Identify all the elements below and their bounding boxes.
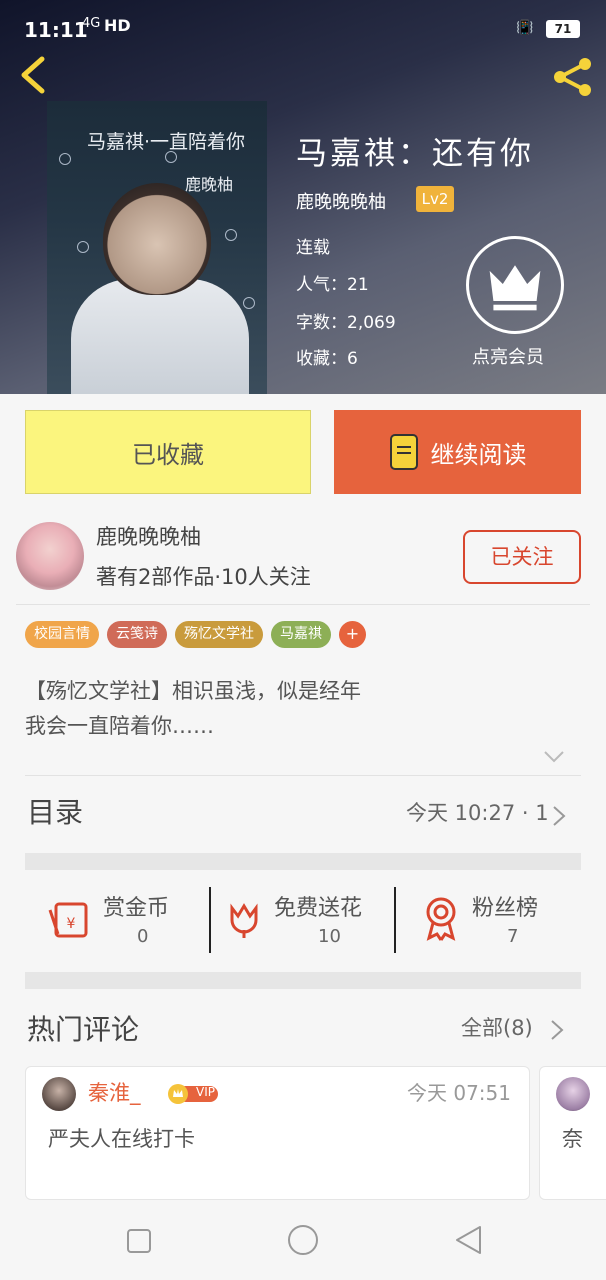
book-word-count: 字数：2,069 [296,313,396,333]
favorited-button[interactable]: 已收藏 [25,410,311,494]
cover-title: 马嘉祺·一直陪着你 [87,131,246,153]
section-divider [25,972,581,989]
network-label: HD [104,16,131,35]
tag-item[interactable]: 殇忆文学社 [175,621,263,648]
continue-reading-button[interactable]: 继续阅读 [334,410,581,494]
chevron-right-icon[interactable] [552,805,566,827]
comment-text: 奈 [562,1127,583,1151]
book-popularity: 人气：21 [296,275,369,295]
stat-name: 粉丝榜 [472,896,539,921]
book-author[interactable]: 鹿晚晚晚柚 [296,188,386,214]
stat-name: 免费送花 [274,896,363,921]
catalog-latest[interactable]: 今天 10:27 · 1 [406,797,549,827]
commenter-avatar[interactable] [42,1077,76,1111]
commenter-name[interactable]: 秦淮_ [88,1077,141,1107]
red-envelope-icon: ¥ [48,902,88,938]
vip-label[interactable]: 点亮会员 [472,343,544,369]
book-icon [389,434,418,470]
back-button-icon[interactable] [454,1224,484,1256]
add-tag-button[interactable]: + [339,621,366,648]
chevron-right-icon[interactable] [550,1019,564,1041]
comment-card[interactable]: 秦淮_ VIP 今天 07:51 严夫人在线打卡 [25,1066,530,1200]
book-favorites: 收藏：6 [296,349,358,369]
follow-button[interactable]: 已关注 [463,530,581,584]
author-avatar[interactable] [16,522,84,590]
tag-list: 校园言情 云笺诗 殇忆文学社 马嘉祺 + [25,621,366,648]
author-stats: 著有2部作品·10人关注 [96,565,311,589]
status-time: 11:11 [24,18,88,42]
description-line: 【殇忆文学社】相识虽浅，似是经年 [25,679,361,703]
description-line: 我会一直陪着你…… [25,714,214,738]
tag-item[interactable]: 马嘉祺 [271,621,331,648]
stat-value: 7 [507,926,519,947]
comment-text: 严夫人在线打卡 [48,1127,195,1151]
status-bar: 11:11 4G HD 📳 71 [0,0,606,44]
stat-value: 0 [137,926,149,947]
share-icon[interactable] [548,55,596,99]
catalog-label[interactable]: 目录 [27,791,83,831]
crown-icon [489,265,541,311]
recents-button-icon[interactable] [126,1228,152,1254]
svg-text:¥: ¥ [67,916,76,932]
fan-ranking-button[interactable]: 粉丝榜 7 [415,886,575,956]
bubble-decoration [165,151,177,163]
author-name[interactable]: 鹿晚晚晚柚 [96,521,201,551]
battery-icon: 71 [546,20,580,38]
vip-button[interactable] [466,236,564,334]
vibrate-icon: 📳 [516,20,534,36]
home-button-icon[interactable] [287,1224,319,1256]
flower-icon [230,903,258,938]
all-comments-link[interactable]: 全部(8) [461,1012,533,1042]
free-flower-button[interactable]: 免费送花 10 [220,886,390,956]
book-header: 11:11 4G HD 📳 71 马嘉祺·一直陪着你 鹿晚柚 马嘉祺：还有你 鹿… [0,0,606,394]
book-title: 马嘉祺：还有你 [296,136,534,172]
chevron-down-icon[interactable] [543,750,565,764]
tag-item[interactable]: 校园言情 [25,621,99,648]
tag-item[interactable]: 云笺诗 [107,621,167,648]
bubble-decoration [59,153,71,165]
comment-card[interactable]: 奈 [539,1066,606,1200]
separator [394,887,396,953]
book-description: 【殇忆文学社】相识虽浅，似是经年 我会一直陪着你…… [25,674,581,744]
continue-reading-label: 继续阅读 [430,440,527,469]
bubble-decoration [225,229,237,241]
divider [16,604,590,605]
signal-label: 4G [82,16,101,31]
cover-author: 鹿晚柚 [185,175,234,194]
commenter-avatar[interactable] [556,1077,590,1111]
hot-comments-label: 热门评论 [27,1013,140,1046]
medal-icon [426,897,456,941]
comment-time: 今天 07:51 [407,1081,511,1105]
author-level-badge: Lv2 [416,186,454,212]
bubble-decoration [77,241,89,253]
bubble-decoration [243,297,255,309]
system-nav-bar [0,1200,606,1280]
divider [25,775,581,776]
book-cover[interactable]: 马嘉祺·一直陪着你 鹿晚柚 [47,101,267,394]
back-arrow-icon[interactable] [16,55,50,95]
cover-figure-body [71,279,249,394]
section-divider [25,853,581,870]
stat-name: 赏金币 [103,896,170,921]
vip-badge-label: VIP [196,1085,215,1099]
reward-coins-button[interactable]: ¥ 赏金币 0 [40,886,200,956]
stat-value: 10 [318,926,341,947]
separator [209,887,211,953]
cover-figure-face [103,183,211,295]
book-status: 连载 [296,238,330,258]
